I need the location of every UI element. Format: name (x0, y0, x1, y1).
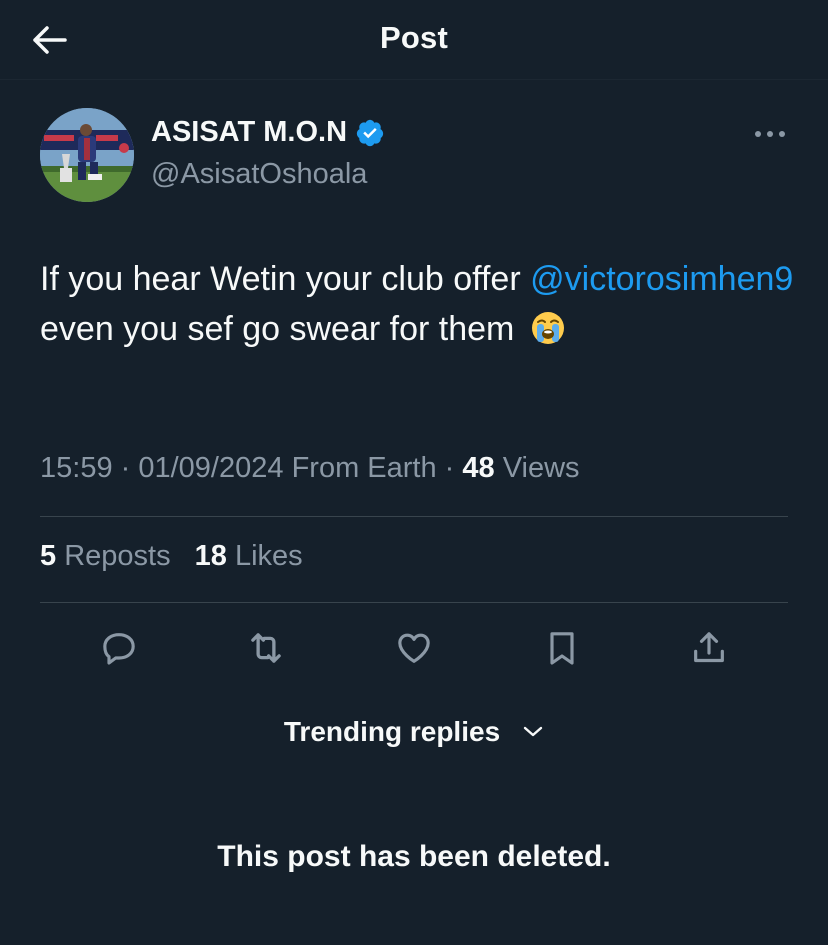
bookmark-button[interactable] (540, 626, 584, 670)
reposts-count: 5 (40, 540, 57, 572)
avatar[interactable] (40, 108, 134, 202)
author-name-row[interactable]: ASISAT M.O.N (151, 116, 385, 149)
post-text: If you hear Wetin your club offer @victo… (40, 254, 800, 354)
author-display-name[interactable]: ASISAT M.O.N (151, 116, 347, 149)
page-title: Post (380, 20, 448, 55)
post-text-part2: even you sef go swear for them (40, 310, 524, 348)
replies-sort: Trending replies (0, 716, 828, 748)
share-icon (694, 632, 724, 663)
top-bar: Post (0, 0, 828, 80)
views-label: Views (502, 452, 580, 484)
likes-count: 18 (194, 540, 227, 572)
loudly-crying-face-icon (531, 312, 564, 344)
divider (40, 516, 788, 517)
meta-separator: · (120, 452, 139, 484)
share-button[interactable] (687, 626, 731, 670)
post-text-part1: If you hear Wetin your club offer (40, 260, 531, 298)
more-options-button[interactable] (752, 122, 788, 146)
post-source: From Earth (291, 452, 437, 484)
trending-replies-label: Trending replies (283, 716, 501, 747)
post-time[interactable]: 15:59 (40, 452, 113, 484)
views-count: 48 (462, 452, 495, 484)
verified-badge-icon (356, 119, 384, 146)
reposts-stat[interactable]: 5 Reposts (40, 540, 171, 572)
trending-replies-dropdown[interactable]: Trending replies (284, 716, 544, 748)
post-meta: 15:59 · 01/09/2024 From Earth · 48 Views (40, 452, 580, 485)
author-handle[interactable]: @AsisatOshoala (151, 158, 367, 191)
likes-stat[interactable]: 18 Likes (195, 540, 303, 572)
likes-label: Likes (234, 540, 303, 572)
chevron-down-icon (523, 726, 543, 737)
post-stats: 5 Reposts 18 Likes (40, 540, 319, 573)
bookmark-icon (550, 632, 574, 665)
like-icon (398, 633, 430, 663)
reply-icon (103, 633, 135, 665)
meta-separator: · (444, 452, 463, 484)
divider (40, 602, 788, 603)
reposts-label: Reposts (64, 540, 171, 572)
repost-button[interactable] (244, 626, 288, 670)
repost-icon (251, 633, 281, 663)
more-dots-icon (755, 131, 785, 137)
reply-button[interactable] (97, 626, 141, 670)
like-button[interactable] (392, 626, 436, 670)
deleted-post-notice: This post has been deleted. (217, 840, 611, 873)
post-date[interactable]: 01/09/2024 (138, 452, 283, 484)
mention-link[interactable]: @victorosimhen9 (530, 260, 793, 298)
